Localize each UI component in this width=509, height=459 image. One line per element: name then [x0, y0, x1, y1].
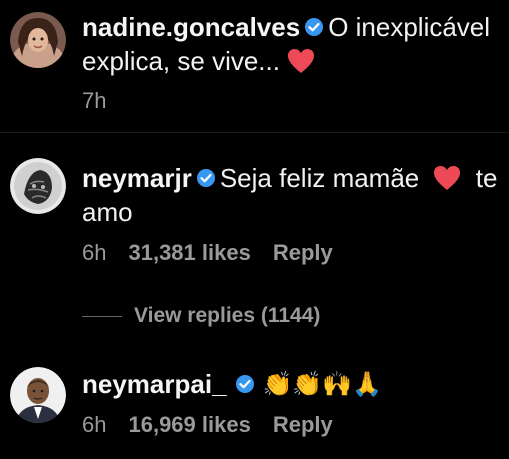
- avatar[interactable]: [10, 12, 66, 68]
- likes-count[interactable]: 31,381 likes: [128, 240, 250, 265]
- comment-text-line2: amo: [82, 197, 133, 227]
- view-replies-label: View replies (1144): [134, 304, 321, 327]
- view-replies-button[interactable]: View replies (1144): [82, 304, 320, 328]
- red-heart-icon: [433, 166, 460, 191]
- comment-text: Seja feliz mamãe: [219, 163, 420, 193]
- likes-count[interactable]: 16,969 likes: [128, 412, 250, 437]
- verified-badge-icon: [305, 18, 324, 37]
- comment-meta: 6h 31,381 likes Reply: [82, 240, 355, 266]
- username[interactable]: neymarjr: [82, 163, 192, 193]
- verified-badge-icon: [235, 375, 254, 394]
- comment-text-continued: explica, se vive...: [82, 46, 280, 76]
- comment-text-continued: amo: [82, 197, 133, 227]
- username[interactable]: nadine.goncalves: [82, 12, 300, 42]
- avatar[interactable]: [10, 367, 66, 423]
- comment-text-line1: neymarpai_ 👏👏🙌🙏: [82, 369, 382, 402]
- timestamp: 7h: [82, 88, 107, 113]
- comment-text: O inexplicável: [328, 12, 491, 42]
- comment-text-line1: nadine.goncalves O inexplicável: [82, 12, 490, 42]
- reply-button[interactable]: Reply: [273, 412, 333, 437]
- avatar[interactable]: [10, 158, 66, 214]
- comment-meta: 6h 16,969 likes Reply: [82, 412, 355, 438]
- timestamp: 6h: [82, 240, 107, 265]
- emoji-reactions: 👏👏🙌🙏: [262, 371, 383, 399]
- comment-text-line1: neymarjr Seja feliz mamãe te: [82, 163, 497, 195]
- reply-button[interactable]: Reply: [273, 240, 333, 265]
- comment-text-line2: explica, se vive...: [82, 46, 315, 78]
- timestamp: 6h: [82, 412, 107, 437]
- replies-line: [82, 315, 122, 317]
- comment-meta: 7h: [82, 88, 128, 114]
- comment-text-tail: te: [475, 163, 498, 193]
- verified-badge-icon: [196, 169, 215, 188]
- username[interactable]: neymarpai_: [82, 369, 227, 399]
- red-heart-icon: [288, 49, 315, 74]
- divider: [0, 132, 509, 133]
